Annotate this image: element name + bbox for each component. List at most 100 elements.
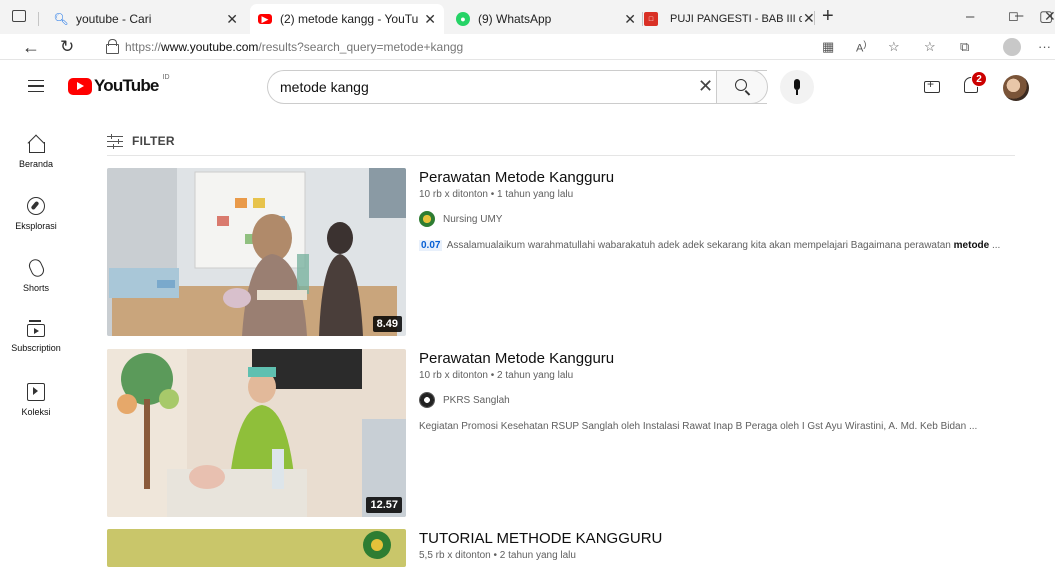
channel-avatar[interactable] [419,211,435,227]
video-meta: Perawatan Metode Kangguru 10 rb x ditont… [419,349,1015,432]
maximize-icon[interactable]: ▢ [1039,7,1053,25]
sidebar-item-koleksi[interactable]: Koleksi [0,373,72,435]
video-result[interactable]: 12.57 Perawatan Metode Kangguru 10 rb x … [107,349,1015,517]
youtube-logo[interactable]: YouTube ID [68,73,170,96]
channel-name[interactable]: PKRS Sanglah [443,395,510,406]
favorites-list-icon[interactable]: ☆ [924,39,936,55]
video-thumbnail[interactable] [107,529,406,567]
favorite-icon[interactable]: ☆ [888,39,900,55]
sidebar-item-eksplorasi[interactable]: Eksplorasi [0,187,72,249]
video-title[interactable]: Perawatan Metode Kangguru [419,168,1015,188]
video-result[interactable]: TUTORIAL METHODE KANGGURU 5,5 rb x diton… [107,529,1015,567]
upload-age: 2 tahun yang lalu [497,370,574,381]
tab-whatsapp[interactable]: ● (9) WhatsApp ✕ [448,4,644,34]
sidebar-item-subscription[interactable]: Subscription [0,311,72,373]
separator: • [493,550,498,561]
tab-youtube-active[interactable]: ▶ (2) metode kangg - YouTube ✕ [250,4,444,34]
video-stats: 10 rb x ditonton • 1 tahun yang lalu [419,189,1015,200]
tab-actions-icon[interactable] [12,10,26,22]
video-stats: 5,5 rb x ditonton • 2 tahun yang lalu [419,550,1015,561]
tab-title: youtube - Cari [76,12,152,26]
refresh-icon[interactable]: ↻ [60,37,74,57]
chapter-timestamp[interactable]: 0.07 [419,240,443,251]
collections-icon[interactable]: ⧉ [960,39,969,55]
video-thumbnail[interactable]: 8.49 [107,168,406,336]
tab-divider [38,12,39,26]
url-domain: www.youtube.com [161,40,259,54]
country-code: ID [162,73,170,81]
upload-age: 1 tahun yang lalu [497,189,574,200]
create-video-icon[interactable] [924,77,940,93]
video-result[interactable]: 8.49 Perawatan Metode Kangguru 10 rb x d… [107,168,1015,336]
snippet-highlight: metode [953,240,990,251]
view-count: 5,5 rb x ditonton [419,550,491,561]
read-aloud-icon[interactable]: A) [856,39,866,55]
channel-row[interactable]: PKRS Sanglah [419,392,1015,408]
tab-pdf-favicon: □ [644,4,666,34]
minimize-icon[interactable]: – [1015,7,1023,24]
close-icon[interactable]: ✕ [424,11,436,28]
pdf-icon: □ [644,12,658,26]
sidebar-item-beranda[interactable]: Beranda [0,125,72,187]
search-button[interactable] [716,70,768,104]
lock-icon[interactable] [106,39,119,54]
video-snippet: 0.07 Assalamualaikum warahmatullahi waba… [419,240,1015,251]
search-input[interactable] [280,79,680,95]
home-icon [27,135,45,153]
thumbnail-image [107,529,406,567]
filter-icon[interactable] [107,133,123,149]
close-icon[interactable]: ✕ [226,11,238,28]
video-meta: Perawatan Metode Kangguru 10 rb x ditont… [419,168,1015,251]
clear-search-icon[interactable]: ✕ [698,76,713,97]
video-snippet: Kegiatan Promosi Kesehatan RSUP Sanglah … [419,421,978,432]
youtube-masthead: YouTube ID ✕ 2 [0,60,1055,116]
view-count: 10 rb x ditonton [419,370,488,381]
video-title[interactable]: Perawatan Metode Kangguru [419,349,1015,369]
reader-view-icon[interactable]: ▦ [822,39,834,55]
tab-title: (9) WhatsApp [478,12,552,26]
video-title[interactable]: TUTORIAL METHODE KANGGURU [419,529,1015,549]
shorts-icon [26,257,46,279]
thumbnail-image [107,349,406,517]
youtube-icon: ▶ [258,14,272,24]
filter-button[interactable]: FILTER [132,134,175,148]
url-path: /results?search_query=metode+kangg [258,40,464,54]
video-meta: TUTORIAL METHODE KANGGURU 5,5 rb x diton… [419,529,1015,561]
channel-row[interactable]: Nursing UMY [419,211,1015,227]
tab-divider [642,12,643,26]
mini-guide: Beranda Eksplorasi Shorts Subscription K… [0,125,72,435]
upload-age: 2 tahun yang lalu [499,550,576,561]
browser-tab-strip: 🔍︎ youtube - Cari ✕ ▶ (2) metode kangg -… [0,0,1055,34]
separator: • [490,370,495,381]
snippet-text: Assalamualaikum warahmatullahi wabarakat… [446,240,951,251]
channel-name[interactable]: Nursing UMY [443,214,502,225]
channel-avatar[interactable] [419,392,435,408]
whatsapp-icon: ● [456,12,470,26]
compass-icon [27,197,45,215]
more-options-icon[interactable]: ··· [1038,39,1051,54]
tab-spacer [664,4,665,34]
sidebar-item-shorts[interactable]: Shorts [0,249,72,311]
view-count: 10 rb x ditonton [419,189,488,200]
url-prefix: https:// [125,40,162,54]
voice-search-icon[interactable] [780,70,814,104]
browser-profile-avatar[interactable] [1003,38,1021,56]
video-stats: 10 rb x ditonton • 2 tahun yang lalu [419,370,1015,381]
subscriptions-icon [27,320,45,337]
close-icon[interactable]: ✕ [624,11,636,28]
menu-icon[interactable] [28,80,44,92]
sidebar-item-label: Koleksi [21,407,51,417]
back-icon[interactable]: ← [22,37,40,58]
sidebar-item-label: Eksplorasi [15,221,57,231]
library-icon [27,383,45,401]
url-field[interactable]: https://www.youtube.com/results?search_q… [125,40,463,54]
tab-youtube-cari[interactable]: 🔍︎ youtube - Cari ✕ [46,4,246,34]
thumbnail-image [107,168,406,336]
sidebar-item-label: Subscription [11,343,61,353]
address-bar: ← ↻ https://www.youtube.com/results?sear… [0,34,1055,60]
video-thumbnail[interactable]: 12.57 [107,349,406,517]
account-avatar[interactable] [1003,75,1029,101]
search-icon [735,79,747,91]
sidebar-item-label: Shorts [22,283,49,293]
logo-text: YouTube [94,76,159,95]
